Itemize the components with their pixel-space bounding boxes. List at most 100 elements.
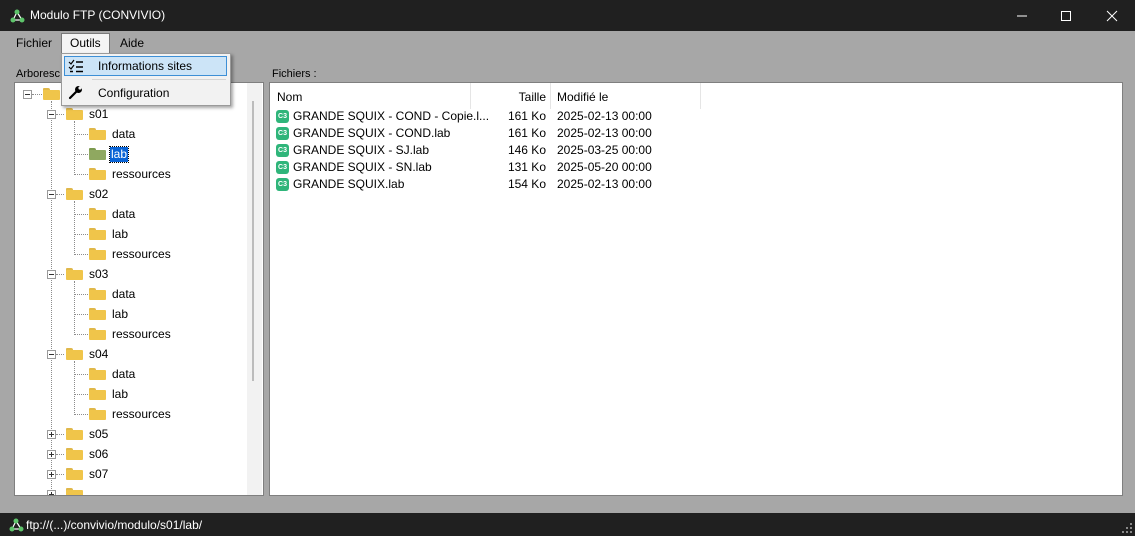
tree-node-s03-data[interactable]: data bbox=[111, 287, 136, 302]
close-button[interactable] bbox=[1089, 0, 1134, 31]
lab-file-icon: C3 bbox=[276, 178, 289, 191]
folder-icon bbox=[89, 228, 106, 240]
s03-collapse-icon[interactable] bbox=[47, 270, 56, 279]
folder-icon bbox=[66, 348, 83, 360]
s02-collapse-icon[interactable] bbox=[47, 190, 56, 199]
s04-collapse-icon[interactable] bbox=[47, 350, 56, 359]
folder-icon bbox=[89, 148, 106, 160]
menu-item-informations-sites[interactable]: Informations sites bbox=[64, 56, 227, 76]
tree-node-s05[interactable]: s05 bbox=[88, 427, 109, 442]
tree-node-s03[interactable]: s03 bbox=[88, 267, 109, 282]
tree-group-label: Arboresc bbox=[16, 68, 61, 80]
s06-expand-icon[interactable] bbox=[47, 450, 56, 459]
tree-node-s01[interactable]: s01 bbox=[88, 107, 109, 122]
tree-node-s03-ressources[interactable]: ressources bbox=[111, 327, 172, 342]
column-separator[interactable] bbox=[470, 83, 471, 109]
file-modified: 2025-02-13 00:00 bbox=[557, 109, 652, 123]
file-name: GRANDE SQUIX - COND.lab bbox=[293, 126, 451, 140]
folder-icon bbox=[89, 248, 106, 260]
folder-tree[interactable]: s01 data lab ressources s02 data lab res… bbox=[14, 82, 264, 496]
file-row[interactable]: C3 GRANDE SQUIX.lab 154 Ko 2025-02-13 00… bbox=[270, 176, 700, 193]
file-modified: 2025-02-13 00:00 bbox=[557, 177, 652, 191]
tree-node-s02-ressources[interactable]: ressources bbox=[111, 247, 172, 262]
folder-icon bbox=[66, 108, 83, 120]
tree-node-s07[interactable]: s07 bbox=[88, 467, 109, 482]
folder-icon bbox=[89, 368, 106, 380]
file-name: GRANDE SQUIX - SN.lab bbox=[293, 160, 432, 174]
folder-icon bbox=[66, 428, 83, 440]
file-name: GRANDE SQUIX.lab bbox=[293, 177, 405, 191]
s07-expand-icon[interactable] bbox=[47, 470, 56, 479]
folder-icon bbox=[89, 168, 106, 180]
tree-node-s03-lab[interactable]: lab bbox=[111, 307, 129, 322]
menu-item-configuration[interactable]: Configuration bbox=[64, 82, 227, 102]
root-collapse-icon[interactable] bbox=[23, 90, 32, 99]
menu-bar bbox=[0, 31, 1135, 53]
column-header-modified[interactable]: Modifié le bbox=[557, 87, 608, 107]
tree-node-s01-ressources[interactable]: ressources bbox=[111, 167, 172, 182]
folder-icon bbox=[66, 188, 83, 200]
tree-node-s04-ressources[interactable]: ressources bbox=[111, 407, 172, 422]
app-logo-icon bbox=[9, 518, 24, 532]
tree-node-s06[interactable]: s06 bbox=[88, 447, 109, 462]
file-size: 161 Ko bbox=[507, 109, 546, 123]
lab-file-icon: C3 bbox=[276, 161, 289, 174]
tree-node-s04[interactable]: s04 bbox=[88, 347, 109, 362]
tree-node-s04-data[interactable]: data bbox=[111, 367, 136, 382]
column-separator[interactable] bbox=[700, 83, 701, 109]
file-modified: 2025-05-20 00:00 bbox=[557, 160, 652, 174]
window-title: Modulo FTP (CONVIVIO) bbox=[30, 8, 166, 22]
close-icon bbox=[1106, 10, 1117, 21]
tree-node-s01-data[interactable]: data bbox=[111, 127, 136, 142]
file-row[interactable]: C3 GRANDE SQUIX - COND - Copie.l... 161 … bbox=[270, 108, 700, 125]
menu-outils[interactable]: Outils bbox=[61, 33, 110, 54]
file-row[interactable]: C3 GRANDE SQUIX - SN.lab 131 Ko 2025-05-… bbox=[270, 159, 700, 176]
maximize-button[interactable] bbox=[1043, 0, 1088, 31]
file-size: 131 Ko bbox=[507, 160, 546, 174]
tree-node-s01-lab[interactable]: lab bbox=[108, 146, 130, 163]
s01-collapse-icon[interactable] bbox=[47, 110, 56, 119]
app-logo-icon bbox=[10, 9, 25, 23]
folder-icon bbox=[89, 328, 106, 340]
folder-icon bbox=[89, 308, 106, 320]
column-separator[interactable] bbox=[550, 83, 551, 109]
menu-fichier[interactable]: Fichier bbox=[12, 34, 56, 52]
title-bar[interactable]: Modulo FTP (CONVIVIO) bbox=[0, 0, 1135, 31]
minimize-icon bbox=[1016, 15, 1027, 16]
column-header-name[interactable]: Nom bbox=[277, 87, 302, 107]
folder-icon bbox=[66, 488, 83, 495]
tree-scrollbar-thumb[interactable] bbox=[252, 101, 254, 381]
menu-item-label: Informations sites bbox=[98, 59, 193, 73]
minimize-button[interactable] bbox=[999, 0, 1044, 31]
resize-grip-icon[interactable] bbox=[1121, 522, 1133, 534]
checklist-icon bbox=[68, 59, 83, 73]
next-expand-icon[interactable] bbox=[47, 490, 56, 495]
file-size: 154 Ko bbox=[507, 177, 546, 191]
tree-node-s02[interactable]: s02 bbox=[88, 187, 109, 202]
menu-item-label: Configuration bbox=[98, 86, 170, 100]
lab-file-icon: C3 bbox=[276, 144, 289, 157]
file-name: GRANDE SQUIX - COND - Copie.l... bbox=[293, 109, 490, 123]
tree-node-s04-lab[interactable]: lab bbox=[111, 387, 129, 402]
lab-file-icon: C3 bbox=[276, 127, 289, 140]
column-header-size[interactable]: Taille bbox=[476, 87, 546, 107]
file-name: GRANDE SQUIX - SJ.lab bbox=[293, 143, 430, 157]
folder-icon bbox=[89, 288, 106, 300]
folder-icon bbox=[43, 88, 60, 100]
tree-node-s02-data[interactable]: data bbox=[111, 207, 136, 222]
status-path: ftp://(...)/convivio/modulo/s01/lab/ bbox=[26, 518, 203, 532]
file-modified: 2025-03-25 00:00 bbox=[557, 143, 652, 157]
s05-expand-icon[interactable] bbox=[47, 430, 56, 439]
folder-icon bbox=[89, 388, 106, 400]
file-size: 161 Ko bbox=[507, 126, 546, 140]
outils-dropdown-menu: Informations sites Configuration bbox=[61, 53, 231, 106]
file-list[interactable]: Nom Taille Modifié le C3 GRANDE SQUIX - … bbox=[269, 82, 1123, 496]
menu-aide[interactable]: Aide bbox=[116, 34, 148, 52]
file-row[interactable]: C3 GRANDE SQUIX - COND.lab 161 Ko 2025-0… bbox=[270, 125, 700, 142]
maximize-icon bbox=[1060, 10, 1071, 21]
folder-icon bbox=[89, 208, 106, 220]
tree-node-s02-lab[interactable]: lab bbox=[111, 227, 129, 242]
folder-icon bbox=[66, 468, 83, 480]
file-row[interactable]: C3 GRANDE SQUIX - SJ.lab 146 Ko 2025-03-… bbox=[270, 142, 700, 159]
tree-scrollbar[interactable] bbox=[247, 83, 262, 495]
